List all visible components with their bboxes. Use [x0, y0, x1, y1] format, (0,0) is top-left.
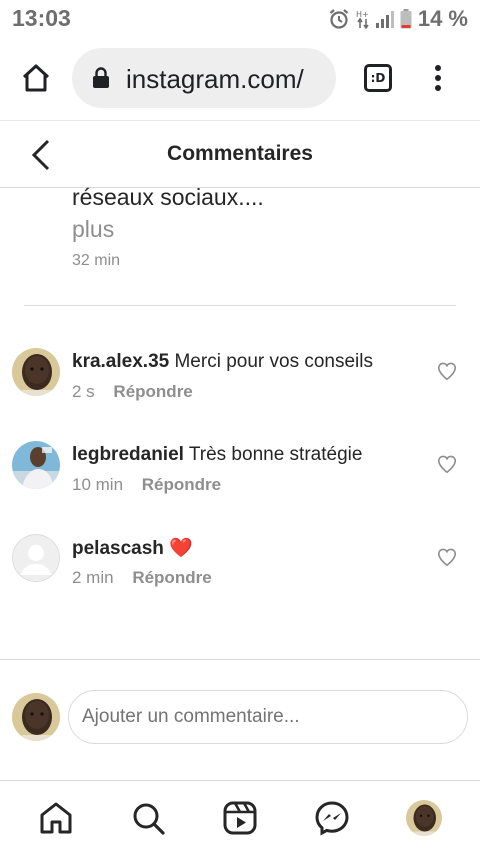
messenger-icon — [315, 801, 349, 836]
child-avatar-icon — [12, 348, 60, 396]
bottom-nav — [0, 781, 480, 854]
comment-message: Très bonne stratégie — [188, 444, 363, 465]
comment-meta: 2 s Répondre — [72, 382, 193, 402]
home-icon — [22, 64, 50, 92]
tab-switcher-button[interactable]: :D — [364, 64, 392, 92]
comment-item: pelascash ❤️ 2 min Répondre — [0, 534, 480, 614]
battery-icon — [400, 9, 412, 29]
commenter-avatar[interactable] — [12, 441, 60, 489]
comment-text: legbredaniel Très bonne stratégie — [72, 443, 422, 467]
comment-item: kra.alex.35 Merci pour vos conseils 2 s … — [0, 348, 480, 428]
browser-menu-button[interactable] — [430, 64, 446, 94]
status-time: 13:03 — [12, 5, 71, 31]
browser-toolbar: instagram.com/ :D — [0, 36, 480, 120]
comment-text: pelascash ❤️ — [72, 536, 422, 561]
comment-time: 2 s — [72, 382, 95, 401]
add-comment-input[interactable] — [68, 690, 468, 744]
nav-search-button[interactable] — [129, 799, 167, 837]
child-avatar-icon — [12, 693, 60, 741]
url-text: instagram.com/ — [126, 64, 304, 94]
caption-time: 32 min — [72, 252, 121, 269]
home-icon — [40, 802, 72, 834]
page-title: Commentaires — [167, 142, 313, 165]
search-icon — [133, 803, 165, 835]
url-bar[interactable]: instagram.com/ — [72, 48, 336, 108]
caption-more-link[interactable]: plus — [72, 216, 114, 243]
signal-icon — [375, 11, 394, 28]
comment-meta: 2 min Répondre — [72, 568, 212, 588]
alarm-icon — [329, 9, 349, 29]
nav-reels-button[interactable] — [221, 799, 259, 837]
default-avatar-icon — [12, 534, 60, 582]
nav-profile-button[interactable] — [405, 799, 443, 837]
menu-dots-icon — [435, 65, 441, 91]
child-avatar-icon — [406, 800, 442, 836]
profile-avatar — [406, 800, 442, 836]
comment-time: 10 min — [72, 475, 124, 494]
status-icons: H+ 14 % — [328, 6, 468, 32]
tab-switcher-icon: :D — [370, 71, 386, 85]
comment-text: kra.alex.35 Merci pour vos conseils — [72, 350, 422, 374]
like-button[interactable] — [436, 453, 458, 475]
nav-home-button[interactable] — [37, 799, 75, 837]
comment-meta: 10 min Répondre — [72, 475, 221, 495]
comment-username[interactable]: pelascash — [72, 538, 164, 559]
like-button[interactable] — [436, 546, 458, 568]
battery-percent: 14 % — [417, 6, 468, 31]
commenter-avatar[interactable] — [12, 348, 60, 396]
svg-text:H+: H+ — [356, 10, 369, 19]
reply-button[interactable]: Répondre — [113, 382, 192, 401]
reels-icon — [223, 801, 257, 835]
current-user-avatar — [12, 693, 60, 741]
status-bar: 13:03 H+ 14 % — [0, 0, 480, 36]
nav-messenger-button[interactable] — [313, 799, 351, 837]
comment-item: legbredaniel Très bonne stratégie 10 min… — [0, 441, 480, 521]
like-button[interactable] — [436, 360, 458, 382]
lock-icon — [93, 67, 109, 88]
comment-message: Merci pour vos conseils — [174, 351, 374, 372]
comment-time: 2 min — [72, 568, 114, 587]
comments-header: Commentaires — [0, 120, 480, 188]
comment-username[interactable]: legbredaniel — [72, 444, 184, 465]
comment-message: ❤️ — [169, 537, 193, 559]
heart-outline-icon — [437, 548, 457, 567]
man-avatar-icon — [12, 441, 60, 489]
heart-outline-icon — [437, 455, 457, 474]
divider — [24, 305, 456, 306]
browser-home-button[interactable] — [20, 62, 52, 94]
reply-button[interactable]: Répondre — [142, 475, 221, 494]
commenter-avatar[interactable] — [12, 534, 60, 582]
divider — [0, 659, 480, 660]
comment-username[interactable]: kra.alex.35 — [72, 351, 169, 372]
reply-button[interactable]: Répondre — [132, 568, 211, 587]
heart-outline-icon — [437, 362, 457, 381]
network-icon: H+ — [356, 10, 369, 29]
caption-text: réseaux sociaux.... — [72, 184, 264, 210]
